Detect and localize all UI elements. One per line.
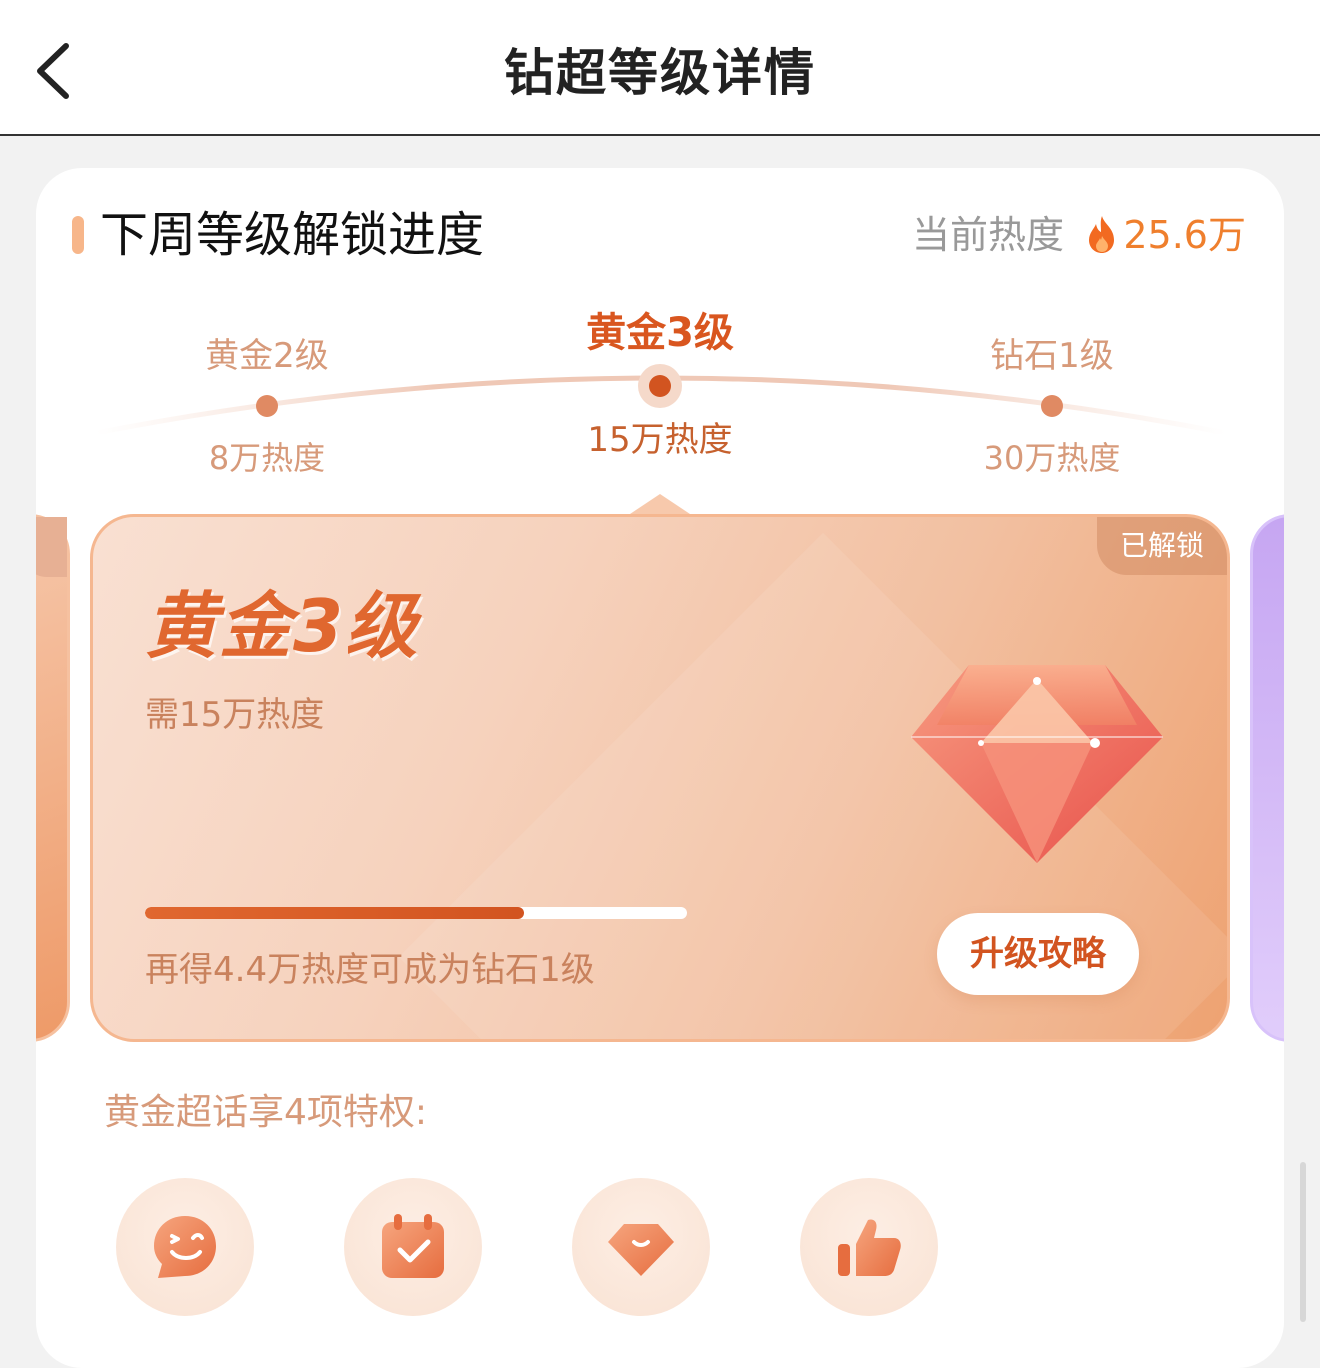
smile-chat-icon <box>154 1216 216 1278</box>
remaining-heat-text: 再得4.4万热度可成为钻石1级 <box>145 950 595 990</box>
timeline-node-0 <box>256 395 278 417</box>
timeline-level-name-0[interactable]: 黄金2级 <box>147 334 387 378</box>
next-level-card[interactable] <box>1250 514 1284 1042</box>
unlocked-badge: 已解锁 <box>1097 517 1227 575</box>
timeline-level-heat-0: 8万热度 <box>208 439 326 477</box>
privilege-item-0[interactable] <box>116 1178 254 1316</box>
timeline-level-heat-2: 30万热度 <box>983 439 1121 477</box>
current-heat-value: 25.6万 <box>1123 213 1246 257</box>
timeline-level-name-1[interactable]: 黄金3级 <box>540 308 780 358</box>
privilege-item-3[interactable] <box>800 1178 938 1316</box>
current-heat-label: 当前热度 <box>911 213 1064 257</box>
previous-level-card[interactable] <box>36 514 70 1042</box>
thumbs-up-icon <box>838 1219 901 1276</box>
timeline-node-2 <box>1041 395 1063 417</box>
diamond-icon <box>911 665 1163 863</box>
privilege-item-1[interactable] <box>344 1178 482 1316</box>
privilege-item-2[interactable] <box>572 1178 710 1316</box>
timeline-level-name-2[interactable]: 钻石1级 <box>932 334 1172 378</box>
progress-bar <box>145 907 687 919</box>
header-bar: 钻超等级详情 <box>0 0 1320 136</box>
timeline-node-1 <box>649 375 671 397</box>
progress-fill <box>145 907 525 919</box>
flame-icon <box>1089 216 1114 253</box>
calendar-check-icon <box>382 1214 444 1278</box>
upgrade-guide-button[interactable]: 升级攻略 <box>937 913 1139 995</box>
current-level-card[interactable]: 已解锁 黄金3级 需15万热度 再得4.4万热度可成为钻石1级 升级攻略 <box>90 514 1230 1042</box>
scrollbar[interactable] <box>1300 1162 1306 1322</box>
level-progress-card: 下周等级解锁进度 当前热度 25.6万 黄金2级 8万热度 黄金3级 15万热度… <box>36 168 1284 1368</box>
diamond-icon <box>608 1224 674 1276</box>
privileges-title: 黄金超话享4项特权: <box>104 1092 428 1133</box>
level-title: 黄金3级 <box>145 584 420 668</box>
section-title: 下周等级解锁进度 <box>100 207 485 263</box>
section-accent-bar <box>72 216 84 254</box>
page-title: 钻超等级详情 <box>504 44 816 102</box>
timeline-node-halo-1 <box>638 364 682 408</box>
previous-card-tag <box>36 517 67 577</box>
timeline-level-heat-1: 15万热度 <box>587 420 733 460</box>
level-requirement: 需15万热度 <box>145 695 325 735</box>
